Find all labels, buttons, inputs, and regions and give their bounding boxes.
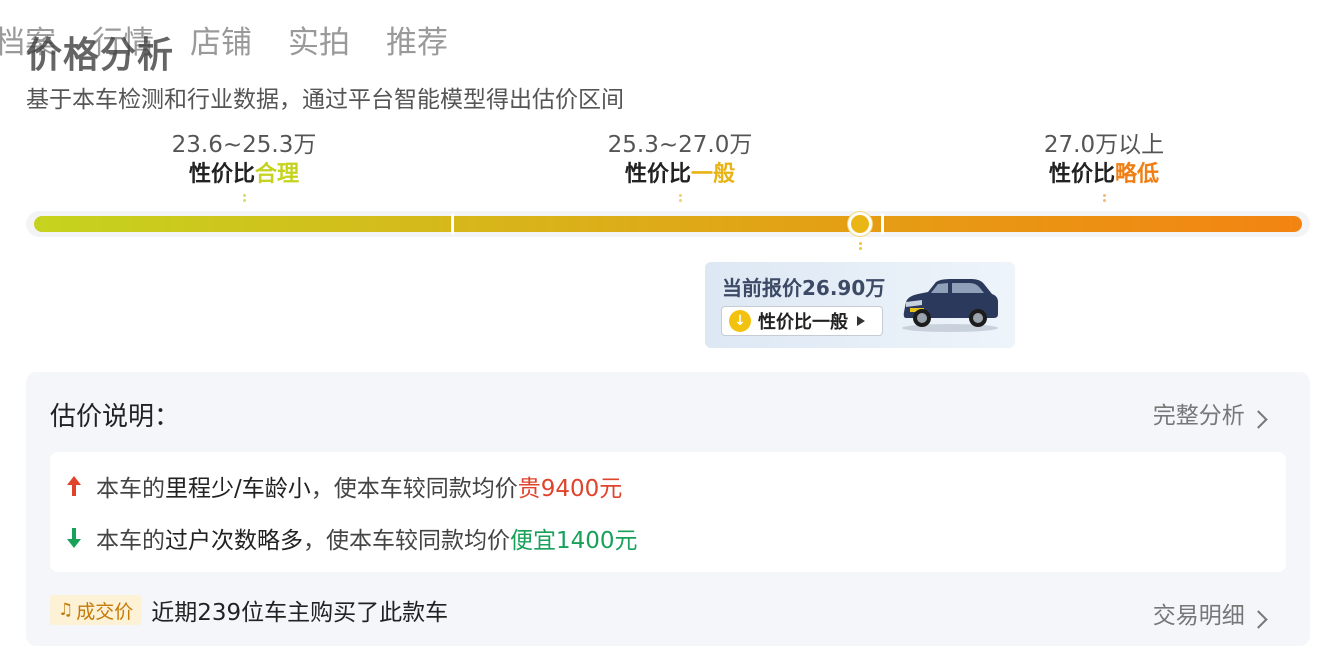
recent-deals-text: 近期239位车主购买了此款车 bbox=[151, 600, 449, 626]
current-price-popup[interactable]: 当前报价26.90万 ↓ 性价比一般 bbox=[705, 262, 1015, 348]
suv-car-image bbox=[902, 279, 998, 332]
tab-recommend[interactable]: 推荐 bbox=[386, 17, 448, 62]
price-bar-divider bbox=[451, 214, 454, 234]
range-pointer-dots bbox=[242, 194, 246, 202]
range-price: 23.6~25.3万 bbox=[171, 132, 317, 158]
range-low: 27.0万以上 性价比略低 bbox=[974, 130, 1234, 204]
range-label: 性价比略低 bbox=[1048, 162, 1160, 187]
range-average: 25.3~27.0万 性价比一般 bbox=[550, 130, 810, 204]
tab-photos[interactable]: 实拍 bbox=[288, 17, 350, 62]
value-rating-label: 性价比一般 bbox=[758, 312, 848, 333]
range-price: 25.3~27.0万 bbox=[607, 132, 753, 158]
marker-pointer-dots bbox=[858, 242, 862, 252]
deal-price-badge: ♫ 成交价 bbox=[50, 595, 142, 625]
chevron-right-icon bbox=[1249, 609, 1268, 629]
range-pointer-dots bbox=[1102, 194, 1106, 202]
arrow-down-icon bbox=[67, 528, 81, 548]
tab-store[interactable]: 店铺 bbox=[190, 17, 252, 62]
price-bar-divider bbox=[881, 214, 884, 234]
chevron-right-icon bbox=[1249, 409, 1268, 429]
range-fair: 23.6~25.3万 性价比合理 bbox=[114, 130, 374, 204]
bell-icon: ♫ bbox=[58, 600, 74, 620]
range-pointer-dots bbox=[678, 194, 682, 202]
section-title: 价格分析 bbox=[26, 35, 175, 76]
explanation-heading: 估价说明： bbox=[50, 402, 181, 432]
list-item: 本车的 里程少/车龄小 ，使本车较同款均价 贵9400元 bbox=[66, 469, 622, 503]
play-triangle-icon bbox=[857, 316, 865, 326]
price-bar-gradient bbox=[34, 216, 1302, 232]
value-rating-button[interactable]: ↓ 性价比一般 bbox=[721, 306, 883, 336]
current-price-label: 当前报价26.90万 bbox=[722, 276, 886, 300]
recent-deals-row: ♫ 成交价 近期239位车主购买了此款车 bbox=[50, 594, 448, 626]
list-item: 本车的 过户次数略多 ，使本车较同款均价 便宜1400元 bbox=[66, 521, 638, 555]
arrow-down-icon: ↓ bbox=[729, 310, 751, 332]
range-price: 27.0万以上 bbox=[1043, 132, 1165, 158]
range-label: 性价比合理 bbox=[188, 162, 300, 187]
current-price-marker bbox=[848, 212, 872, 236]
explanation-list: 本车的 里程少/车龄小 ，使本车较同款均价 贵9400元 本车的 过户次数略多 ，使本车较… bbox=[50, 452, 1286, 572]
valuation-explanation-card: 估价说明： 完整分析 本车的 里程少/车龄小 ，使本车较同款均价 贵9400元 本车的… bbox=[26, 372, 1310, 646]
section-subtitle: 基于本车检测和行业数据，通过平台智能模型得出估价区间 bbox=[26, 87, 624, 113]
arrow-up-icon bbox=[67, 476, 81, 496]
range-label: 性价比一般 bbox=[624, 162, 736, 187]
transaction-details-link[interactable]: 交易明细 bbox=[1153, 596, 1270, 630]
full-analysis-link[interactable]: 完整分析 bbox=[1153, 396, 1270, 430]
